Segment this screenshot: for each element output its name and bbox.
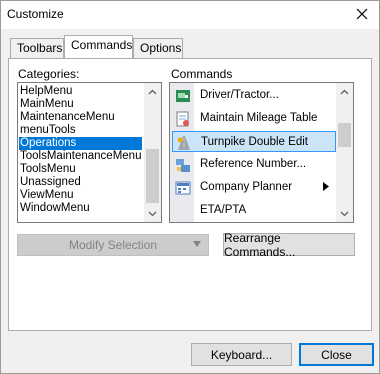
- tab-options-label: Options: [140, 41, 182, 55]
- scroll-down-button[interactable]: [336, 205, 353, 222]
- rearrange-commands-button[interactable]: Rearrange Commands...: [223, 230, 355, 259]
- command-item[interactable]: Maintain Mileage Table: [172, 108, 332, 129]
- category-item[interactable]: menuTools: [19, 124, 142, 137]
- dropdown-arrow-icon: [193, 241, 201, 247]
- scrollbar-thumb[interactable]: [338, 123, 351, 147]
- customize-dialog: Customize Toolbars Commands Options Cate…: [0, 0, 380, 374]
- submenu-arrow-icon: [323, 182, 329, 191]
- command-label: ETA/PTA: [200, 204, 247, 216]
- command-label: Maintain Mileage Table: [200, 112, 318, 124]
- close-icon: [356, 8, 368, 20]
- command-item[interactable]: Company Planner: [172, 177, 332, 198]
- tab-commands[interactable]: Commands: [64, 35, 133, 58]
- category-item[interactable]: HelpMenu: [19, 85, 142, 98]
- close-label: Close: [321, 347, 352, 362]
- category-item[interactable]: WindowMenu: [19, 202, 142, 215]
- chevron-down-icon: [148, 211, 157, 216]
- title-bar: Customize: [1, 1, 379, 29]
- table-icon: [176, 111, 189, 127]
- command-item[interactable]: ETA/PTA: [172, 200, 332, 221]
- command-label: Driver/Tractor...: [200, 89, 279, 101]
- tab-commands-label: Commands: [71, 38, 133, 52]
- tab-options[interactable]: Options: [133, 38, 183, 58]
- category-item[interactable]: MainMenu: [19, 98, 142, 111]
- categories-label: Categories:: [18, 67, 80, 81]
- road-icon: [177, 136, 190, 150]
- commands-label: Commands: [171, 67, 233, 81]
- category-item[interactable]: ToolsMaintenanceMenu: [19, 150, 142, 163]
- close-window-button[interactable]: [349, 3, 375, 25]
- window-title: Customize: [7, 7, 64, 21]
- rearrange-commands-label: Rearrange Commands...: [224, 230, 296, 259]
- command-label: Reference Number...: [200, 158, 307, 170]
- scrollbar-thumb[interactable]: [146, 149, 159, 203]
- clock-icon: [175, 203, 191, 219]
- category-item-selected[interactable]: Operations: [19, 137, 142, 150]
- scroll-up-button[interactable]: [144, 83, 161, 100]
- modify-selection-button[interactable]: Modify Selection: [17, 234, 209, 256]
- commands-listbox[interactable]: Driver/Tractor... Maintain Mileage Table…: [169, 82, 354, 223]
- scroll-up-button[interactable]: [336, 83, 353, 100]
- categories-scrollbar[interactable]: [144, 83, 161, 222]
- command-item[interactable]: Driver/Tractor...: [172, 85, 332, 106]
- chevron-up-icon: [148, 89, 157, 94]
- category-item[interactable]: MaintenanceMenu: [19, 111, 142, 124]
- modify-selection-label: Modify Selection: [68, 238, 158, 252]
- category-item[interactable]: ToolsMenu: [19, 163, 142, 176]
- command-item-selected[interactable]: Turnpike Double Edit: [172, 131, 336, 152]
- planner-icon: [175, 181, 191, 195]
- tab-toolbars[interactable]: Toolbars: [10, 38, 64, 58]
- keyboard-label: Keyboard...: [210, 347, 273, 362]
- category-item[interactable]: Unassigned: [19, 176, 142, 189]
- category-item[interactable]: ViewMenu: [19, 189, 142, 202]
- command-item[interactable]: Reference Number...: [172, 154, 332, 175]
- keyboard-button[interactable]: Keyboard...: [191, 343, 292, 366]
- chevron-up-icon: [340, 89, 349, 94]
- tab-toolbars-label: Toolbars: [17, 41, 63, 55]
- commands-scrollbar[interactable]: [336, 83, 353, 222]
- scroll-down-button[interactable]: [144, 205, 161, 222]
- command-label: Turnpike Double Edit: [201, 136, 308, 148]
- reference-icon: [176, 159, 190, 172]
- truck-icon: [176, 90, 190, 102]
- close-button[interactable]: Close: [299, 343, 374, 366]
- categories-listbox[interactable]: HelpMenu MainMenu MaintenanceMenu menuTo…: [17, 82, 162, 223]
- command-label: Company Planner: [200, 181, 293, 193]
- chevron-down-icon: [340, 211, 349, 216]
